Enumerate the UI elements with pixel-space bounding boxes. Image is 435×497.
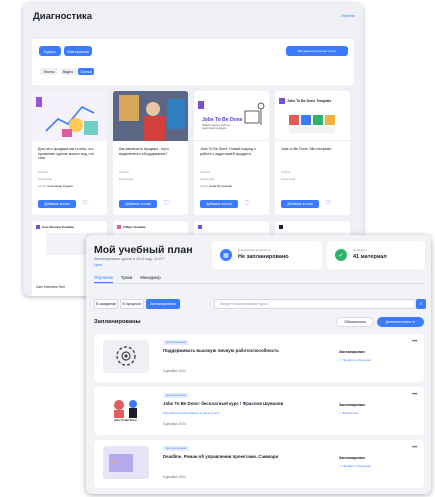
search-input[interactable]: Введите наименование курса bbox=[214, 299, 415, 309]
heart-icon[interactable]: ♡ bbox=[244, 199, 250, 209]
card-title: Как увеличить продажи - пути выделенного… bbox=[119, 147, 169, 156]
item-tag: Дополнительная bbox=[163, 446, 190, 451]
add-to-plan-button[interactable]: Добавить в план bbox=[200, 200, 238, 208]
more-icon[interactable]: ••• bbox=[412, 339, 417, 345]
next-activity-value: Не запланировано bbox=[238, 254, 289, 260]
plan-subtitle: Запланировано курсов в 2014 году: 41 6 Р bbox=[94, 257, 165, 261]
card-title: Jobs to Be Done: Miro template bbox=[281, 147, 332, 151]
top-link[interactable]: Перейти bbox=[341, 14, 355, 18]
heart-icon[interactable]: ♡ bbox=[163, 199, 169, 209]
material-card[interactable]: Jobs To Be Done Template Jobs to Be Done… bbox=[275, 91, 350, 215]
completed-card: ✓ Пройдено 41 материал bbox=[327, 241, 425, 269]
segment-in-progress[interactable]: В процессе bbox=[120, 299, 144, 309]
tab-bar: Обучение Треки Менеджер bbox=[94, 275, 161, 283]
item-title[interactable]: Поддерживать высокую личную работоспособ… bbox=[163, 348, 279, 353]
card-meta: Статья bbox=[281, 170, 291, 174]
item-date: 5 декабря 2024 bbox=[163, 369, 186, 373]
item-status: Запланирован bbox=[339, 456, 365, 460]
more-icon[interactable]: ••• bbox=[412, 445, 417, 451]
plan-item[interactable]: Jobs To Be Done Дополнительная Jobs To B… bbox=[94, 387, 424, 435]
item-action-link[interactable]: ✓ Перейти к обучению bbox=[339, 464, 371, 468]
tab-divider bbox=[94, 283, 424, 284]
materials-filter-button[interactable]: Материалы bbox=[64, 46, 92, 56]
tab-tracks[interactable]: Треки bbox=[121, 275, 132, 283]
card-image: Jobs To Be Done Template bbox=[275, 91, 350, 141]
material-card[interactable]: Для чего продажи как стоить, что проявля… bbox=[32, 91, 107, 215]
brand-icon bbox=[198, 101, 204, 109]
next-activity-card: ▦ Ближайшая активность Не запланировано bbox=[212, 241, 322, 269]
filter-panel: Курсы Материалы Все диагностические тест… bbox=[32, 39, 354, 85]
card-meta: Категории bbox=[119, 177, 134, 181]
card-meta: Статья bbox=[38, 170, 48, 174]
tab-manager[interactable]: Менеджер bbox=[140, 275, 160, 283]
chip-video[interactable]: Видео bbox=[60, 68, 76, 75]
card-image bbox=[32, 91, 107, 141]
plan-item[interactable]: Дополнительная Поддерживать высокую личн… bbox=[94, 334, 424, 382]
all-tests-button[interactable]: Все диагностические тесты bbox=[286, 46, 348, 56]
add-to-plan-button[interactable]: Добавить в план bbox=[38, 200, 76, 208]
item-title[interactable]: Jobs To Be Done: бесплатный курс / Фрасл… bbox=[163, 401, 283, 406]
chip-texts[interactable]: Тексты bbox=[40, 68, 58, 75]
completed-value: 41 материал bbox=[353, 254, 387, 260]
card-meta: Категории bbox=[200, 177, 215, 181]
card-title: Jobs To Be Done. Новый подход к работе с… bbox=[200, 147, 256, 156]
card-image: Jobs To Be Done Новый подход к работе с … bbox=[194, 91, 269, 141]
goal-link[interactable]: Цель bbox=[94, 263, 102, 267]
item-title[interactable]: Deadline. Роман об управлении проектами.… bbox=[163, 454, 278, 459]
search-icon[interactable]: ⌕ bbox=[416, 299, 426, 309]
segment-waiting[interactable]: В ожидании bbox=[94, 299, 118, 309]
image-title: Jobs To Be Done bbox=[202, 117, 243, 123]
item-tag: Дополнительная bbox=[163, 393, 190, 398]
item-link[interactable]: https://blog.education/jobs-to-be-done-c… bbox=[163, 411, 219, 415]
heart-icon[interactable]: ♡ bbox=[82, 199, 88, 209]
card-author: Автор Александр Кудаев bbox=[38, 184, 73, 188]
required-filter-button[interactable]: Обязательно bbox=[336, 317, 374, 327]
plan-item[interactable]: 30... Дополнительная Deadline. Роман об … bbox=[94, 440, 424, 488]
item-action-link[interactable]: ✓ Перейти к обучению bbox=[339, 358, 371, 362]
page-title: Мой учебный план bbox=[94, 244, 193, 256]
item-tag: Дополнительная bbox=[163, 340, 190, 345]
material-card[interactable]: Jobs To Be Done Новый подход к работе с … bbox=[194, 91, 269, 215]
brand-icon bbox=[279, 98, 285, 104]
item-action-link[interactable]: ✓ Записаться bbox=[339, 411, 358, 415]
learning-plan-window: Мой учебный план Запланировано курсов в … bbox=[86, 235, 431, 494]
chip-articles[interactable]: Статьи bbox=[78, 68, 94, 75]
tab-learning[interactable]: Обучение bbox=[94, 275, 114, 283]
add-to-plan-button[interactable]: Добавить в план bbox=[281, 200, 319, 208]
calendar-icon: ▦ bbox=[220, 249, 232, 261]
item-thumbnail: 30... bbox=[103, 446, 149, 479]
card-image bbox=[113, 91, 188, 141]
item-date: 5 декабря 2024 bbox=[163, 422, 186, 426]
more-icon[interactable]: ••• bbox=[412, 392, 417, 398]
item-date: 5 декабря 2024 bbox=[163, 475, 186, 479]
material-card[interactable]: Как увеличить продажи - пути выделенного… bbox=[113, 91, 188, 215]
item-thumbnail bbox=[103, 340, 149, 373]
card-title: Для чего продажи как стоить, что проявля… bbox=[38, 147, 95, 161]
courses-filter-button[interactable]: Курсы bbox=[39, 46, 61, 56]
item-status: Запланирован bbox=[339, 403, 365, 407]
segment-planned[interactable]: Запланировано bbox=[146, 299, 180, 309]
card-meta: Категории bbox=[281, 177, 296, 181]
card-meta: Категории bbox=[38, 177, 53, 181]
card-meta: Статья bbox=[200, 170, 210, 174]
section-title: Запланированы bbox=[94, 319, 141, 325]
heart-icon[interactable]: ♡ bbox=[325, 199, 331, 209]
person-illustration-icon bbox=[244, 102, 265, 125]
optional-filter-button[interactable]: Дополнительно ✕ bbox=[377, 317, 424, 327]
item-status: Запланирован bbox=[339, 350, 365, 354]
page-title: Диагностика bbox=[33, 11, 93, 22]
add-to-plan-button[interactable]: Добавить в план bbox=[119, 200, 157, 208]
check-icon: ✓ bbox=[335, 249, 347, 261]
card-meta: Статья bbox=[119, 170, 129, 174]
item-thumbnail: Jobs To Be Done bbox=[103, 393, 149, 426]
card-author: Автор Анна Бутрынова bbox=[200, 184, 233, 188]
card-title: User Interview Tem bbox=[36, 285, 65, 289]
